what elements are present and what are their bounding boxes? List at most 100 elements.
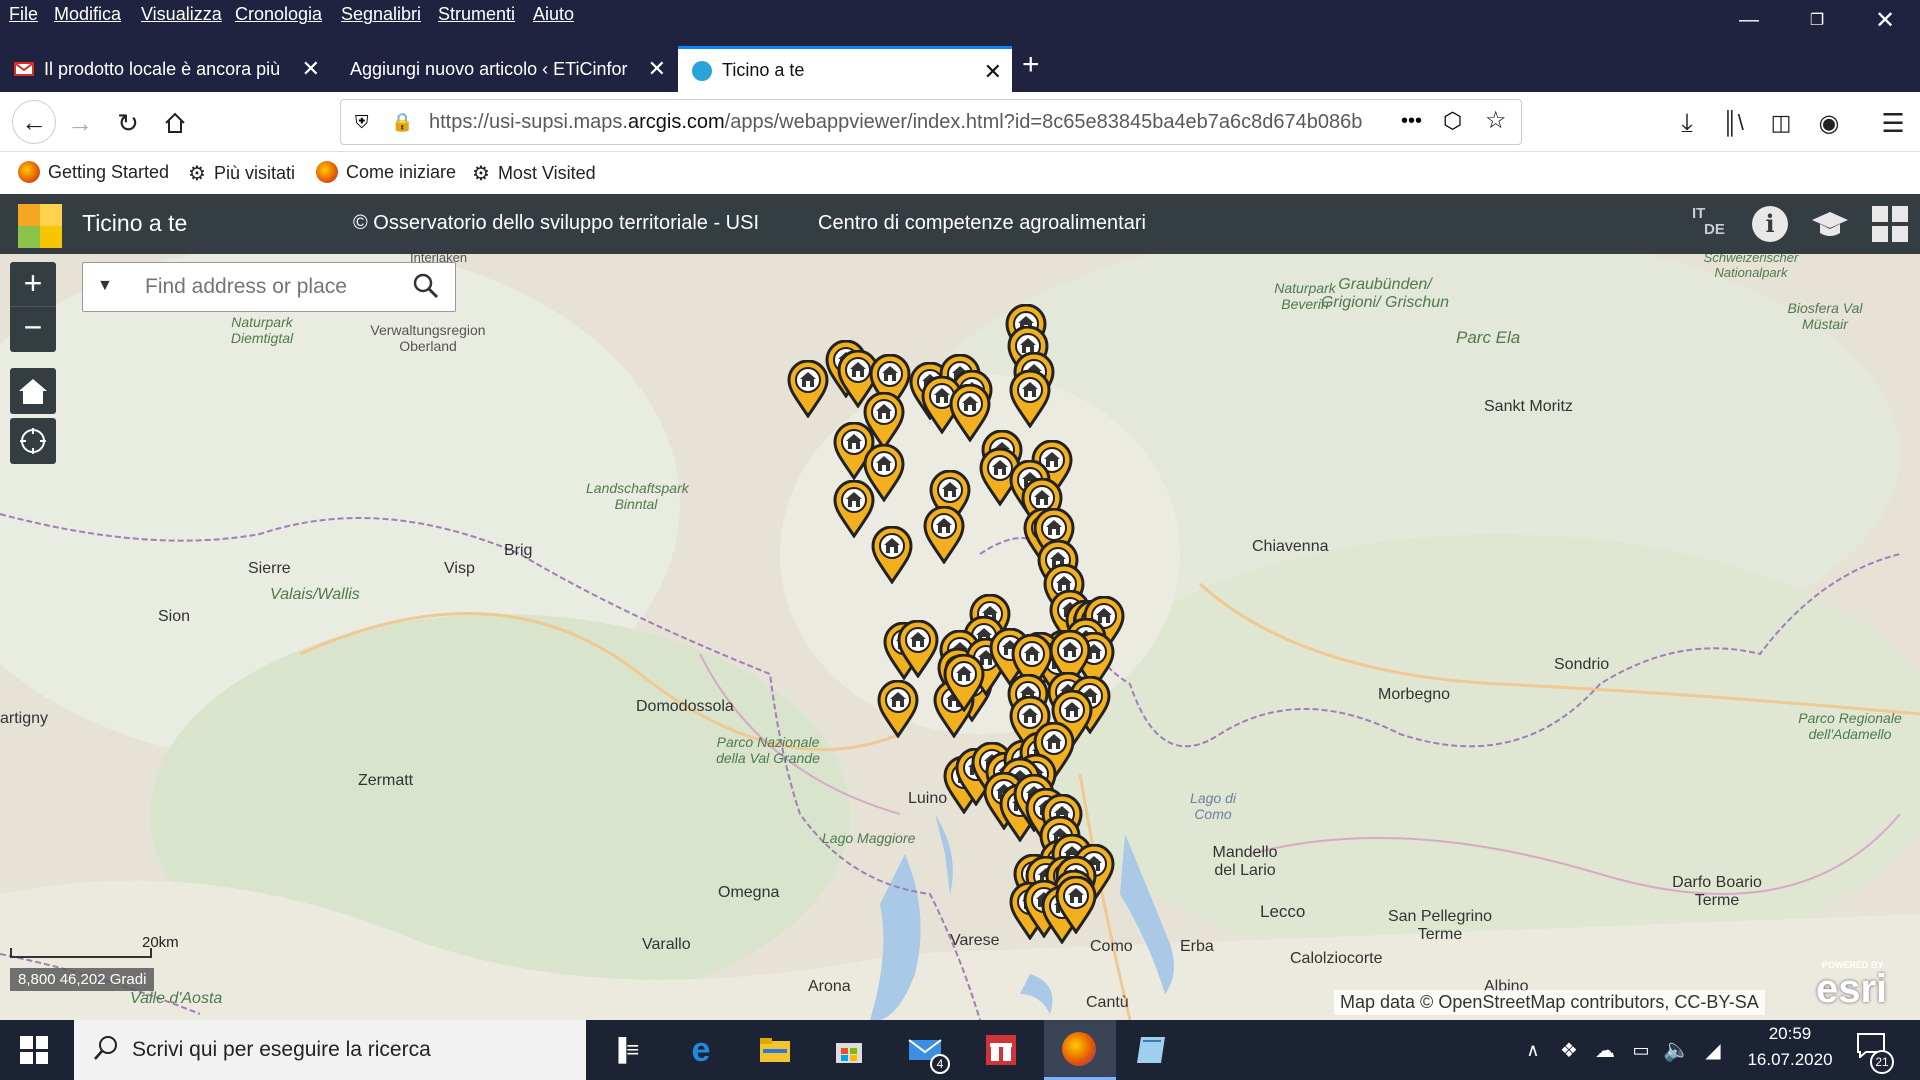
map-label: Cantù <box>1086 994 1129 1011</box>
sidebar-icon[interactable]: ◫ <box>1764 106 1798 140</box>
locate-icon <box>20 428 46 454</box>
menu-aiuto[interactable]: Aiuto <box>533 4 574 25</box>
map-label: Valle d'Aosta <box>130 990 223 1007</box>
store-icon[interactable] <box>828 1030 870 1070</box>
library-icon[interactable]: ║\ <box>1716 106 1750 140</box>
zoom-control: + − <box>10 262 56 352</box>
bookmark-getting-started[interactable]: Getting Started <box>18 161 169 183</box>
file-explorer-icon[interactable] <box>754 1030 796 1070</box>
clock-time: 20:59 <box>1768 1024 1812 1043</box>
map-label: Sion <box>158 608 191 625</box>
map-label: Schweizerischer Nationalpark <box>1703 254 1799 280</box>
map-label: Mandello del Lario <box>1212 844 1278 879</box>
poi-pin[interactable] <box>896 619 940 679</box>
map-view[interactable]: Interlaken Naturpark Diemtigtal Verwaltu… <box>0 254 1920 1020</box>
tab-gmail[interactable]: Il prodotto locale è ancora più ✕ <box>0 46 330 92</box>
download-icon[interactable]: ⤓ <box>1670 106 1704 140</box>
map-label: Varese <box>950 932 1000 949</box>
locate-button[interactable] <box>10 418 56 464</box>
tab-article[interactable]: Aggiungi nuovo articolo ‹ ETiCinfor ✕ <box>336 46 676 92</box>
notification-center-icon[interactable]: 21 <box>1856 1032 1894 1074</box>
bookmark-piu-visitati[interactable]: ⚙ Più visitati <box>188 161 295 186</box>
edge-icon[interactable]: e <box>680 1030 722 1070</box>
map-label: Naturpark Diemtigtal <box>230 314 294 346</box>
map-label: Domodossola <box>636 698 734 715</box>
map-label: Lago Maggiore <box>822 830 916 846</box>
graduation-cap-icon[interactable] <box>1810 206 1850 242</box>
close-tab-icon[interactable]: ✕ <box>302 56 320 82</box>
close-tab-icon[interactable]: ✕ <box>648 56 666 82</box>
map-label: Sierre <box>248 560 291 577</box>
poi-pin[interactable] <box>942 653 986 713</box>
notes-app-icon[interactable] <box>1130 1030 1172 1070</box>
poi-pin[interactable] <box>922 505 966 565</box>
mail-icon[interactable]: 4 <box>904 1030 950 1074</box>
poi-pin[interactable] <box>876 679 920 739</box>
url-bar[interactable]: ⛨ 🔒 https://usi-supsi.maps.arcgis.com/ap… <box>340 99 1522 145</box>
url-text[interactable]: https://usi-supsi.maps.arcgis.com/apps/w… <box>429 111 1394 134</box>
hamburger-menu-icon[interactable]: ☰ <box>1876 106 1910 140</box>
taskbar-search[interactable]: Scrivi qui per eseguire la ricerca <box>74 1020 586 1080</box>
mail-badge: 4 <box>930 1054 950 1074</box>
tab-ticino[interactable]: Ticino a te ✕ <box>678 46 1012 92</box>
notification-badge: 21 <box>1870 1050 1894 1074</box>
home-extent-button[interactable] <box>10 368 56 414</box>
nav-toolbar: ← → ↻ ⛨ 🔒 https://usi-supsi.maps.arcgis.… <box>0 92 1920 152</box>
new-tab-button[interactable]: + <box>1022 48 1040 82</box>
wifi-icon[interactable]: ◢ <box>1692 1030 1734 1070</box>
search-widget: ▼ <box>82 262 456 312</box>
poi-pin[interactable] <box>870 525 914 585</box>
search-input[interactable] <box>143 271 393 303</box>
home-button[interactable] <box>158 106 192 140</box>
app-grid-icon[interactable] <box>1872 206 1908 242</box>
search-source-dropdown[interactable]: ▼ <box>97 277 113 295</box>
reload-button[interactable]: ↻ <box>111 106 145 140</box>
map-label: Naturpark Beverin <box>1274 280 1336 312</box>
menu-file[interactable]: File <box>9 4 38 25</box>
map-label: Omegna <box>718 884 780 901</box>
menu-cronologia[interactable]: Cronologia <box>235 4 322 25</box>
windows-taskbar: Scrivi qui per eseguire la ricerca ▐≡ e … <box>0 1020 1920 1080</box>
poi-pin[interactable] <box>1054 875 1098 935</box>
firefox-icon <box>316 161 338 183</box>
back-button[interactable]: ← <box>12 100 56 144</box>
bookmark-come-iniziare[interactable]: Come iniziare <box>316 161 456 183</box>
map-label: Sondrio <box>1554 656 1610 673</box>
menu-bar: File Modifica Visualizza Cronologia Segn… <box>0 0 1920 34</box>
page-actions-button[interactable]: ••• <box>1401 110 1422 133</box>
map-label: Erba <box>1180 938 1214 955</box>
app-title: Ticino a te <box>82 210 188 236</box>
lock-icon[interactable]: 🔒 <box>391 112 413 133</box>
pocket-icon[interactable]: ⬡ <box>1443 108 1462 134</box>
map-label: Lago di Como <box>1190 790 1236 822</box>
clock[interactable]: 20:59 16.07.2020 <box>1740 1024 1840 1070</box>
map-label: Morbegno <box>1378 686 1451 703</box>
close-tab-icon[interactable]: ✕ <box>984 59 1002 85</box>
task-view-icon[interactable]: ▐≡ <box>604 1030 646 1070</box>
firefox-taskbar-button[interactable] <box>1044 1020 1116 1080</box>
language-toggle[interactable]: IT DE <box>1692 206 1728 238</box>
poi-pin[interactable] <box>1008 369 1052 429</box>
menu-modifica[interactable]: Modifica <box>54 4 121 25</box>
zoom-out-button[interactable]: − <box>10 307 56 352</box>
zoom-in-button[interactable]: + <box>10 262 56 307</box>
shield-icon[interactable]: ⛨ <box>355 112 369 133</box>
menu-strumenti[interactable]: Strumenti <box>438 4 515 25</box>
gear-icon: ⚙ <box>472 163 490 185</box>
bookmark-star-icon[interactable]: ☆ <box>1485 106 1507 135</box>
clock-date: 16.07.2020 <box>1747 1050 1833 1069</box>
windows-start-icon[interactable] <box>20 1036 48 1064</box>
bookmark-most-visited[interactable]: ⚙ Most Visited <box>472 161 596 186</box>
account-icon[interactable]: ◉ <box>1812 106 1846 140</box>
app-credit: © Osservatorio dello sviluppo territoria… <box>353 212 759 234</box>
taskbar-search-placeholder: Scrivi qui per eseguire la ricerca <box>132 1038 431 1061</box>
gmail-icon <box>14 62 34 76</box>
menu-segnalibri[interactable]: Segnalibri <box>341 4 421 25</box>
search-icon[interactable] <box>413 273 439 304</box>
map-label: Sankt Moritz <box>1484 398 1573 415</box>
forward-button[interactable]: → <box>63 106 97 140</box>
map-label: San Pellegrino Terme <box>1387 908 1493 943</box>
menu-visualizza[interactable]: Visualizza <box>141 4 222 25</box>
info-icon[interactable]: i <box>1752 206 1788 242</box>
gift-app-icon[interactable] <box>980 1030 1022 1070</box>
